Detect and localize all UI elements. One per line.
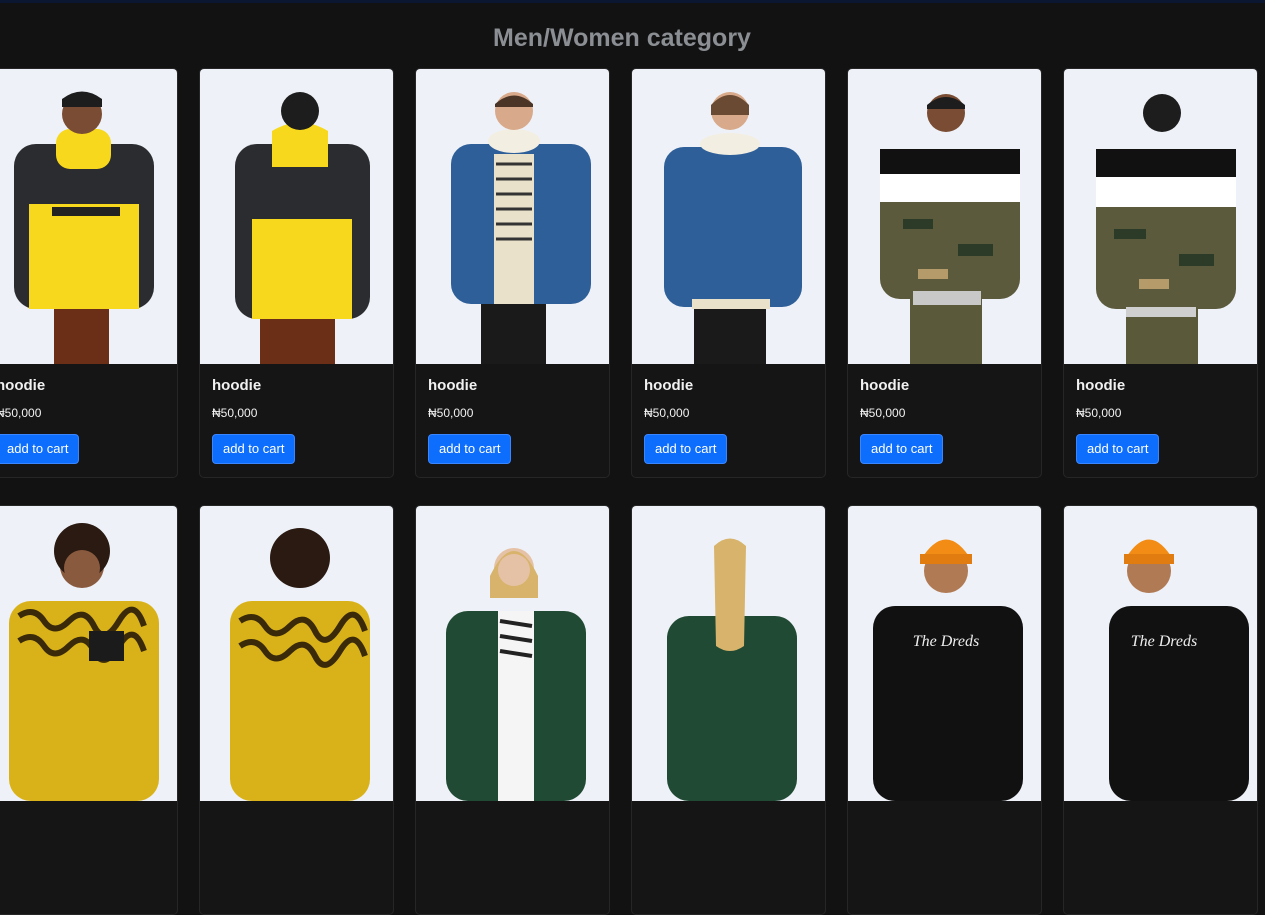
add-to-cart-button[interactable]: add to cart (428, 434, 512, 464)
product-image[interactable]: The Dreds (1064, 506, 1257, 801)
product-price: ₦50,000 (1076, 406, 1122, 420)
product-card: hoodie ₦50,000 add to cart (415, 68, 610, 478)
product-title: hoodie (0, 377, 46, 394)
product-image[interactable] (848, 69, 1041, 364)
product-card: hoodie ₦50,000 add to cart (631, 68, 826, 478)
product-card: The Dreds (847, 505, 1042, 915)
product-price: ₦50,000 (644, 406, 690, 420)
product-title: hoodie (860, 377, 910, 394)
product-title: hoodie (644, 377, 694, 394)
product-card: hoodie ₦50,000 add to cart (199, 68, 394, 478)
product-image[interactable] (0, 506, 177, 801)
product-image[interactable] (416, 506, 609, 801)
svg-text:The Dreds: The Dreds (913, 633, 980, 650)
product-card: hoodie ₦50,000 add to cart (1063, 68, 1258, 478)
product-card (631, 505, 826, 915)
page-title: Men/Women category (493, 24, 751, 52)
product-image[interactable] (0, 69, 177, 364)
product-card (0, 505, 178, 915)
product-price: ₦50,000 (212, 406, 258, 420)
product-card: hoodie ₦50,000 add to cart (0, 68, 178, 478)
add-to-cart-button[interactable]: add to cart (212, 434, 296, 464)
product-card (199, 505, 394, 915)
add-to-cart-button[interactable]: add to cart (644, 434, 728, 464)
product-card (415, 505, 610, 915)
top-nav-edge (0, 0, 1265, 3)
product-image[interactable] (632, 506, 825, 801)
product-price: ₦50,000 (860, 406, 906, 420)
svg-text:The Dreds: The Dreds (1131, 633, 1198, 650)
product-image[interactable] (200, 69, 393, 364)
product-price: ₦50,000 (428, 406, 474, 420)
product-image[interactable]: The Dreds (848, 506, 1041, 801)
product-image[interactable] (632, 69, 825, 364)
product-price: ₦50,000 (0, 406, 42, 420)
product-title: hoodie (1076, 377, 1126, 394)
product-image[interactable] (416, 69, 609, 364)
add-to-cart-button[interactable]: add to cart (1076, 434, 1160, 464)
add-to-cart-button[interactable]: add to cart (860, 434, 944, 464)
product-image[interactable] (200, 506, 393, 801)
product-card: hoodie ₦50,000 add to cart (847, 68, 1042, 478)
product-title: hoodie (428, 377, 478, 394)
add-to-cart-button[interactable]: add to cart (0, 434, 80, 464)
product-image[interactable] (1064, 69, 1257, 364)
product-title: hoodie (212, 377, 262, 394)
product-card: The Dreds (1063, 505, 1258, 915)
